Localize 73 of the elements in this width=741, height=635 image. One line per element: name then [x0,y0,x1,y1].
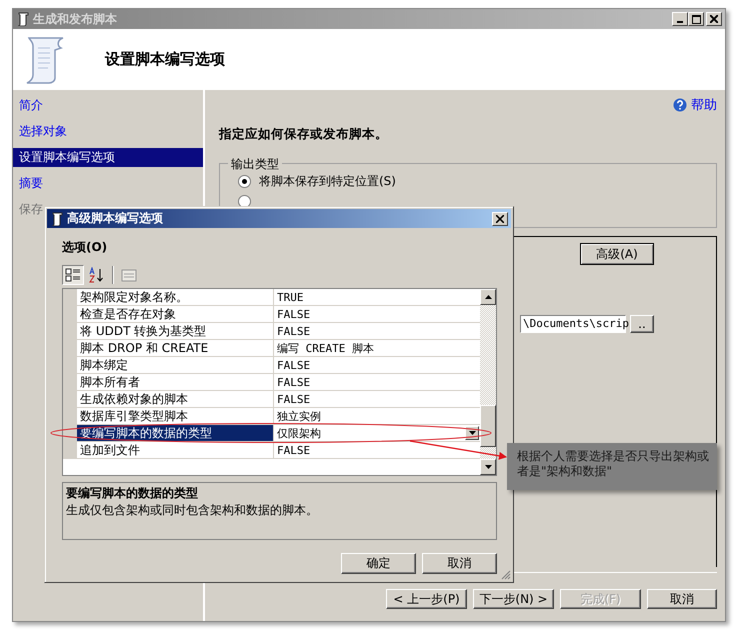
maximize-button[interactable] [688,12,704,26]
property-value[interactable]: 仅限架构 [274,425,480,441]
close-button[interactable] [706,12,722,26]
property-value-text: FALSE [277,308,310,320]
dialog-button[interactable]: 确定 [341,553,416,574]
window-title: 生成和发布脚本 [33,10,117,28]
property-name[interactable]: 脚本 DROP 和 CREATE [77,340,274,356]
close-button[interactable] [492,212,508,226]
categorized-list-icon [65,267,81,283]
minimize-button[interactable] [672,12,688,26]
property-value[interactable]: FALSE [274,391,480,407]
annotation-callout: 根据个人需要选择是否只导出架构或者是"架构和数据" [507,443,717,490]
close-icon [496,214,504,222]
property-value-text: 独立实例 [277,408,321,424]
caret-icon [468,431,476,435]
property-value[interactable]: FALSE [274,306,480,322]
nav-item[interactable]: 选择对象 [13,122,73,141]
nav-item[interactable]: 摘要 [13,174,49,193]
radio-button[interactable] [238,175,251,188]
scroll-up-button[interactable] [480,289,496,305]
property-value[interactable]: 编写 CREATE 脚本 [274,340,480,356]
property-value[interactable]: FALSE [274,374,480,390]
property-name[interactable]: 脚本绑定 [77,357,274,373]
property-value[interactable]: FALSE [274,442,480,458]
wizard-button[interactable]: 取消 [647,589,717,609]
down-arrow-icon [484,465,492,469]
wizard-button[interactable]: < 上一步(P) [386,589,467,609]
sort-az-icon [89,267,105,283]
advanced-button[interactable]: 高级(A) [580,243,654,265]
property-name[interactable]: 生成依赖对象的脚本 [77,391,274,407]
dialog-button[interactable]: 取消 [422,553,497,574]
description-text: 生成仅包含架构或同时包含架构和数据的脚本。 [66,502,319,519]
help-icon [673,98,687,112]
wizard-button[interactable]: 下一步(N) > [473,589,554,609]
browse-button[interactable]: .. [630,315,654,333]
property-value-text: FALSE [277,358,310,372]
file-path-field[interactable]: \Documents\scrip [520,315,626,333]
radio-label[interactable]: 将脚本保存到特定位置(S) [259,173,396,190]
property-name[interactable]: 数据库引擎类型脚本 [77,408,274,424]
property-value-text: FALSE [277,444,310,456]
nav-item[interactable]: 简介 [13,96,49,115]
description-title: 要编写脚本的数据的类型 [66,485,199,502]
close-icon [710,15,718,23]
maximize-icon [692,14,700,24]
categorized-view-button[interactable] [62,265,84,285]
property-value-text: FALSE [277,392,310,406]
group-legend: 输出类型 [228,156,282,173]
page-heading: 设置脚本编写选项 [105,50,225,68]
property-value-text: 编写 CREATE 脚本 [277,340,374,356]
property-value-text: TRUE [277,290,304,304]
property-name[interactable]: 追加到文件 [77,442,274,458]
resize-grip-icon[interactable] [500,569,511,580]
property-value[interactable]: TRUE [274,289,480,305]
property-name[interactable]: 将 UDDT 转换为基类型 [77,323,274,339]
property-value-text: FALSE [277,376,310,388]
nav-item[interactable]: 设置脚本编写选项 [13,148,203,167]
property-name[interactable]: 检查是否存在对象 [77,306,274,322]
up-arrow-icon [484,295,492,299]
property-name[interactable]: 架构限定对象名称。 [77,289,274,305]
section-label: 选项(O) [62,239,108,255]
scrollbar[interactable] [480,289,496,475]
property-value[interactable]: FALSE [274,323,480,339]
scroll-thumb[interactable] [480,405,496,447]
property-value[interactable]: 独立实例 [274,408,480,424]
property-value-text: FALSE [277,324,310,338]
property-pages-icon [121,267,137,283]
scroll-down-button[interactable] [480,459,496,475]
property-value-text: 仅限架构 [277,426,321,440]
help-link[interactable]: 帮助 [673,96,717,114]
instruction-text: 指定应如何保存或发布脚本。 [219,126,389,143]
property-value[interactable]: FALSE [274,357,480,373]
dialog-title: 高级脚本编写选项 [67,210,163,227]
property-name[interactable]: 脚本所有者 [77,374,274,390]
